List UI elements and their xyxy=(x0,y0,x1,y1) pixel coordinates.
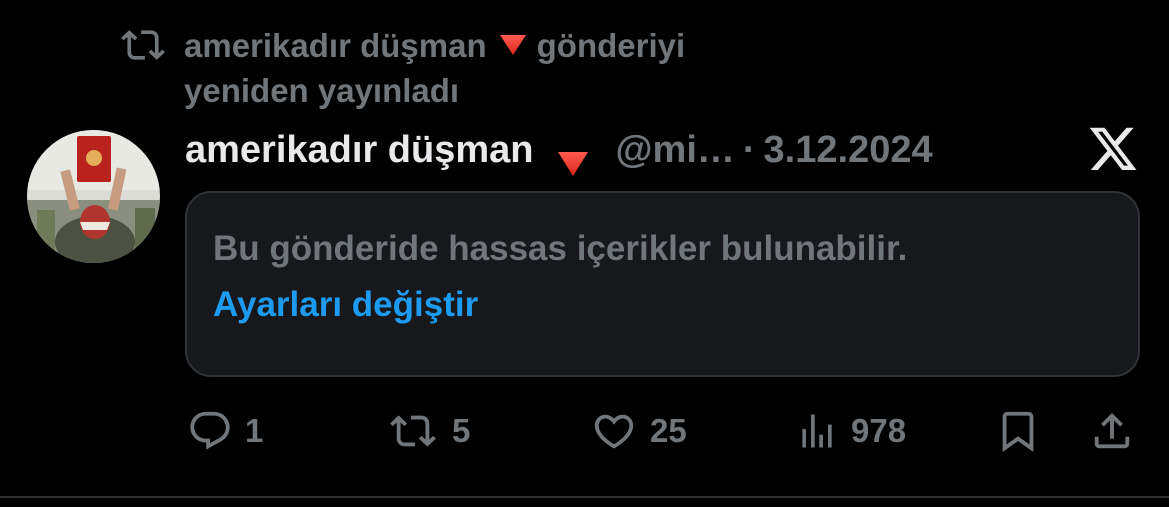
avatar[interactable] xyxy=(27,130,160,263)
repost-user-name[interactable]: amerikadır düşman xyxy=(184,27,487,64)
views-icon xyxy=(795,408,839,454)
separator-dot: · xyxy=(742,129,756,171)
repost-icon xyxy=(120,22,166,68)
share-button[interactable] xyxy=(1088,404,1136,458)
repost-context[interactable]: amerikadır düşman gönderiyi yeniden yayın… xyxy=(120,22,844,113)
bookmark-icon xyxy=(995,408,1041,454)
repost-action-text-2: yeniden yayınladı xyxy=(184,72,460,109)
reply-icon xyxy=(187,408,233,454)
share-icon xyxy=(1088,408,1136,454)
post-date[interactable]: 3.12.2024 xyxy=(764,122,933,178)
red-triangle-icon xyxy=(499,22,527,55)
repost-icon xyxy=(386,408,440,454)
bookmark-button[interactable] xyxy=(995,404,1041,458)
change-settings-link[interactable]: Ayarları değiştir xyxy=(213,285,478,325)
red-triangle-icon xyxy=(557,137,589,176)
sensitive-content-notice: Bu gönderide hassas içerikler bulunabili… xyxy=(213,229,908,268)
sensitive-content-card: Bu gönderide hassas içerikler bulunabili… xyxy=(185,191,1140,377)
like-button[interactable]: 25 xyxy=(590,404,687,458)
action-bar: 1 5 25 978 xyxy=(0,404,1169,458)
heart-icon xyxy=(590,408,638,454)
post-header: amerikadır düşman @mi… · 3.12.2024 xyxy=(185,122,933,178)
divider xyxy=(0,496,1169,498)
reply-button[interactable]: 1 xyxy=(187,404,263,458)
x-logo-icon xyxy=(1087,127,1139,175)
display-name[interactable]: amerikadır düşman xyxy=(185,122,533,178)
repost-count: 5 xyxy=(452,412,471,449)
views-count: 978 xyxy=(851,412,907,449)
like-count: 25 xyxy=(650,412,687,449)
reply-count: 1 xyxy=(245,412,264,449)
handle[interactable]: @mi… xyxy=(615,122,734,178)
views-button[interactable]: 978 xyxy=(795,404,906,458)
repost-label: amerikadır düşman gönderiyi yeniden yayın… xyxy=(184,22,844,113)
repost-action-text: gönderiyi xyxy=(536,27,686,64)
repost-button[interactable]: 5 xyxy=(386,404,470,458)
